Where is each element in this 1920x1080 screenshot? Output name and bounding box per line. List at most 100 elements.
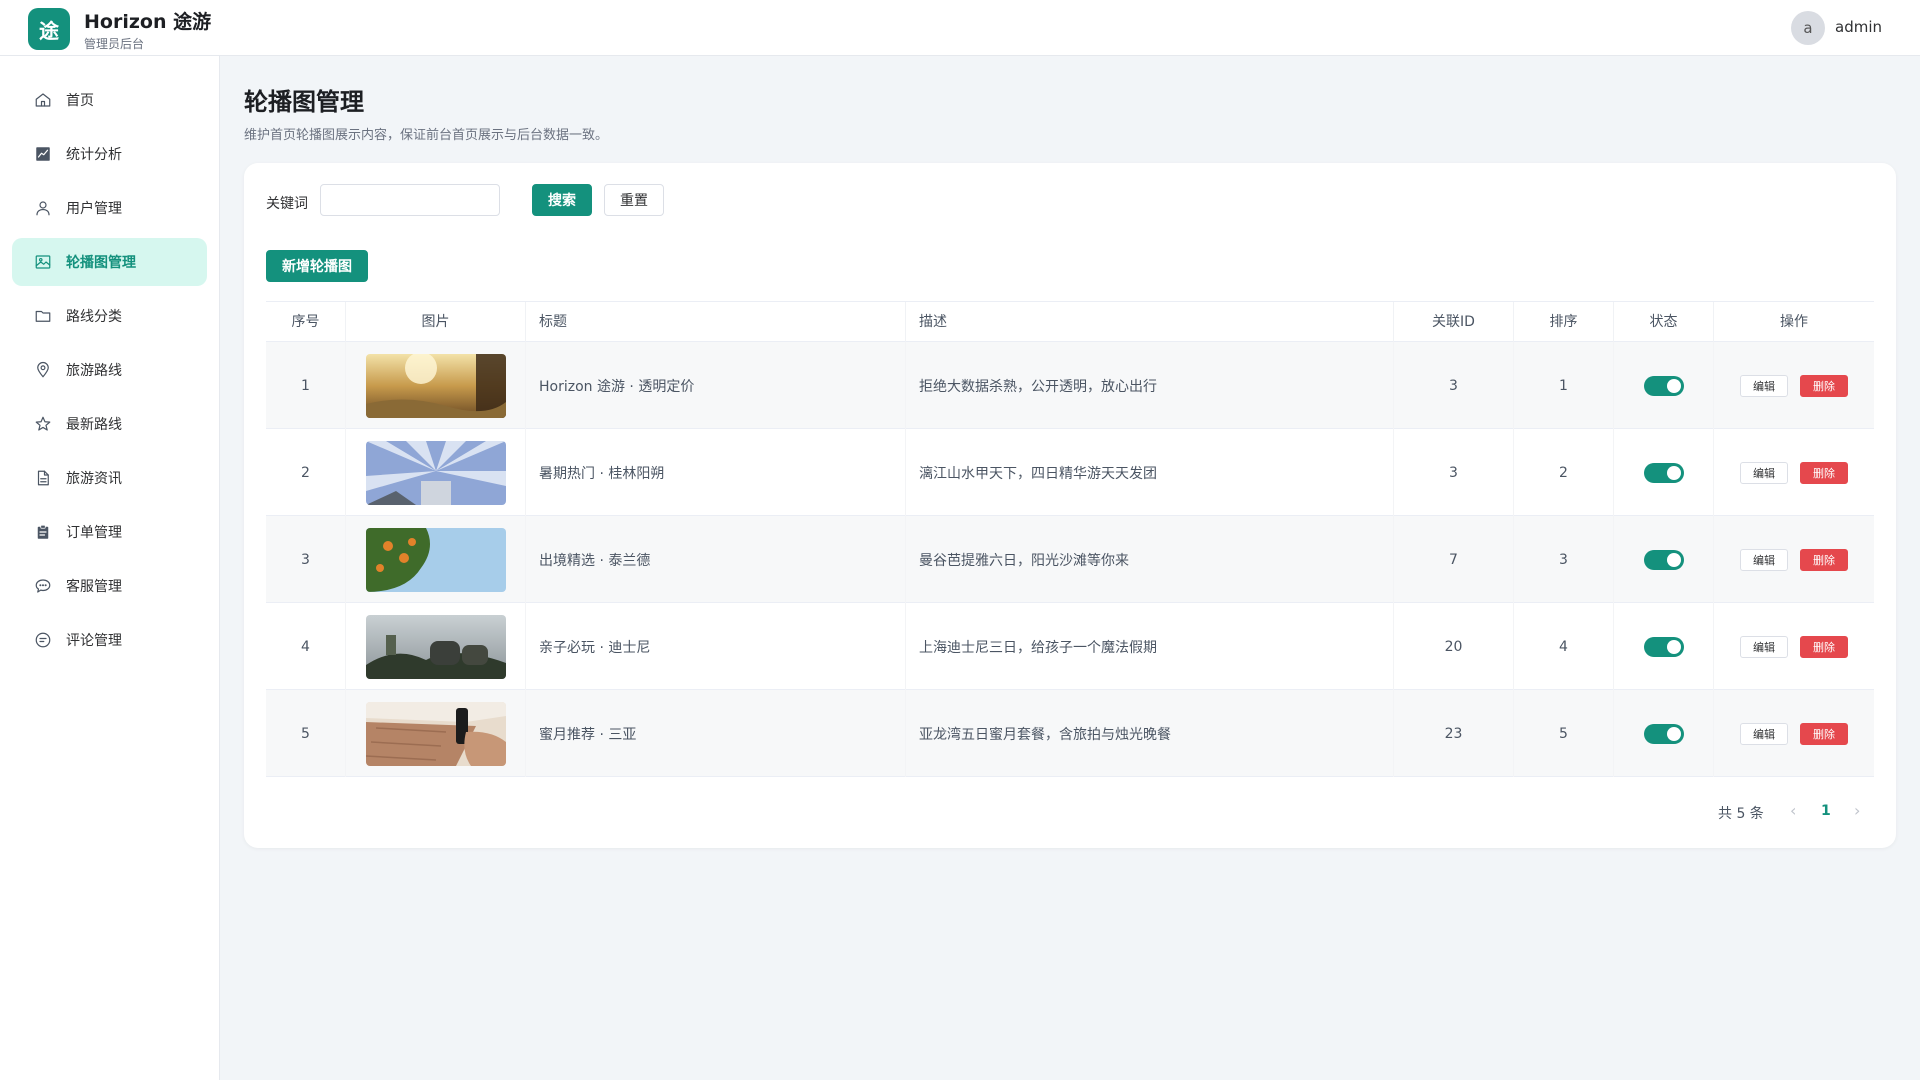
keyword-label: 关键词 xyxy=(266,196,308,212)
toggle-knob xyxy=(1666,378,1681,393)
row-actions: 编辑 删除 xyxy=(1714,690,1874,777)
sidebar-item-news[interactable]: 旅游资讯 xyxy=(12,454,207,502)
edit-button[interactable]: 编辑 xyxy=(1740,374,1788,397)
star-icon xyxy=(35,416,51,431)
search-button[interactable]: 搜索 xyxy=(532,184,592,216)
edit-button[interactable]: 编辑 xyxy=(1740,461,1788,484)
delete-button[interactable]: 删除 xyxy=(1800,374,1848,397)
brand-subtitle: 管理员后台 xyxy=(84,37,145,51)
row-title: 暑期热门 · 桂林阳朔 xyxy=(526,429,906,516)
sidebar-item-routes[interactable]: 旅游路线 xyxy=(12,346,207,394)
row-sort: 2 xyxy=(1514,429,1614,516)
row-description: 上海迪士尼三日，给孩子一个魔法假期 xyxy=(906,603,1394,690)
carousel-thumbnail xyxy=(365,614,506,679)
edit-button[interactable]: 编辑 xyxy=(1740,548,1788,571)
sidebar-item-statistics[interactable]: 统计分析 xyxy=(12,130,207,178)
row-sort: 1 xyxy=(1514,342,1614,429)
row-index: 2 xyxy=(266,429,346,516)
sidebar-item-orders[interactable]: 订单管理 xyxy=(12,508,207,556)
pagination-page-current[interactable]: 1 xyxy=(1821,803,1831,819)
row-index: 3 xyxy=(266,516,346,603)
sidebar-item-label: 首页 xyxy=(66,93,94,109)
status-toggle[interactable] xyxy=(1643,636,1684,657)
sidebar-item-label: 轮播图管理 xyxy=(66,255,136,271)
row-status xyxy=(1614,603,1714,690)
row-status xyxy=(1614,342,1714,429)
toggle-knob xyxy=(1666,552,1681,567)
delete-button[interactable]: 删除 xyxy=(1800,548,1848,571)
column-header-index: 序号 xyxy=(266,302,346,342)
pagination-total: 共 5 条 xyxy=(1718,806,1764,822)
image-icon xyxy=(35,255,51,269)
content-card: 关键词 搜索 重置 新增轮播图 序号 图片 标题 描述 关联ID 排序 状态 操… xyxy=(244,163,1896,848)
page-title: 轮播图管理 xyxy=(244,88,364,116)
brand-logo[interactable]: 途 xyxy=(28,8,70,50)
sidebar-item-label: 评论管理 xyxy=(66,633,122,649)
row-actions: 编辑 删除 xyxy=(1714,429,1874,516)
home-icon xyxy=(35,93,51,107)
edit-button[interactable]: 编辑 xyxy=(1740,722,1788,745)
sidebar-item-users[interactable]: 用户管理 xyxy=(12,184,207,232)
row-status xyxy=(1614,690,1714,777)
delete-button[interactable]: 删除 xyxy=(1800,722,1848,745)
status-toggle[interactable] xyxy=(1643,375,1684,396)
row-image xyxy=(346,690,526,777)
row-related-id: 20 xyxy=(1394,603,1514,690)
sidebar-item-latest-routes[interactable]: 最新路线 xyxy=(12,400,207,448)
add-carousel-button[interactable]: 新增轮播图 xyxy=(266,250,368,282)
row-sort: 5 xyxy=(1514,690,1614,777)
edit-button[interactable]: 编辑 xyxy=(1740,635,1788,658)
sidebar-item-home[interactable]: 首页 xyxy=(12,76,207,124)
row-title: Horizon 途游 · 透明定价 xyxy=(526,342,906,429)
user-name[interactable]: admin xyxy=(1835,18,1882,36)
carousel-thumbnail xyxy=(365,353,506,418)
chevron-right-icon[interactable]: › xyxy=(1854,801,1860,820)
toggle-knob xyxy=(1666,726,1681,741)
sidebar-item-label: 路线分类 xyxy=(66,309,122,325)
row-related-id: 3 xyxy=(1394,429,1514,516)
reset-button[interactable]: 重置 xyxy=(604,184,664,216)
row-related-id: 3 xyxy=(1394,342,1514,429)
table-row: 5 蜜月推荐 · 三亚 亚龙湾五日蜜月套餐，含旅拍与烛光晚餐 23 5 编辑 删… xyxy=(266,690,1874,777)
sidebar-item-label: 统计分析 xyxy=(66,147,122,163)
status-toggle[interactable] xyxy=(1643,462,1684,483)
delete-button[interactable]: 删除 xyxy=(1800,461,1848,484)
delete-button[interactable]: 删除 xyxy=(1800,635,1848,658)
sidebar: 首页 统计分析 用户管理 轮播图管理 路线分类 旅游路线 最新路线 旅游资讯 订… xyxy=(0,56,220,1080)
sidebar-item-carousel[interactable]: 轮播图管理 xyxy=(12,238,207,286)
row-related-id: 7 xyxy=(1394,516,1514,603)
table-row: 2 暑期热门 · 桂林阳朔 漓江山水甲天下，四日精华游天天发团 3 2 编辑 删… xyxy=(266,429,1874,516)
avatar[interactable]: a xyxy=(1791,11,1825,45)
brand-name: Horizon 途游 xyxy=(84,11,212,33)
sidebar-item-label: 用户管理 xyxy=(66,201,122,217)
row-title: 亲子必玩 · 迪士尼 xyxy=(526,603,906,690)
sidebar-item-label: 旅游资讯 xyxy=(66,471,122,487)
keyword-input[interactable] xyxy=(320,184,500,216)
row-actions: 编辑 删除 xyxy=(1714,516,1874,603)
carousel-thumbnail xyxy=(365,440,506,505)
row-status xyxy=(1614,429,1714,516)
row-description: 拒绝大数据杀熟，公开透明，放心出行 xyxy=(906,342,1394,429)
row-index: 5 xyxy=(266,690,346,777)
row-title: 出境精选 · 泰兰德 xyxy=(526,516,906,603)
status-toggle[interactable] xyxy=(1643,549,1684,570)
row-status xyxy=(1614,516,1714,603)
sidebar-item-customer-service[interactable]: 客服管理 xyxy=(12,562,207,610)
sidebar-item-label: 旅游路线 xyxy=(66,363,122,379)
chevron-left-icon[interactable]: ‹ xyxy=(1790,801,1796,820)
clipboard-icon xyxy=(37,524,49,539)
row-actions: 编辑 删除 xyxy=(1714,342,1874,429)
column-header-sort: 排序 xyxy=(1514,302,1614,342)
sidebar-item-route-category[interactable]: 路线分类 xyxy=(12,292,207,340)
toggle-knob xyxy=(1666,639,1681,654)
sidebar-item-comments[interactable]: 评论管理 xyxy=(12,616,207,664)
column-header-description: 描述 xyxy=(906,302,1394,342)
status-toggle[interactable] xyxy=(1643,723,1684,744)
sidebar-item-label: 客服管理 xyxy=(66,579,122,595)
carousel-thumbnail xyxy=(365,701,506,766)
table-header: 序号 图片 标题 描述 关联ID 排序 状态 操作 xyxy=(266,302,1874,342)
top-header: 途 Horizon 途游 管理员后台 a admin xyxy=(0,0,1920,56)
row-index: 4 xyxy=(266,603,346,690)
row-actions: 编辑 删除 xyxy=(1714,603,1874,690)
page-description: 维护首页轮播图展示内容，保证前台首页展示与后台数据一致。 xyxy=(244,128,609,143)
